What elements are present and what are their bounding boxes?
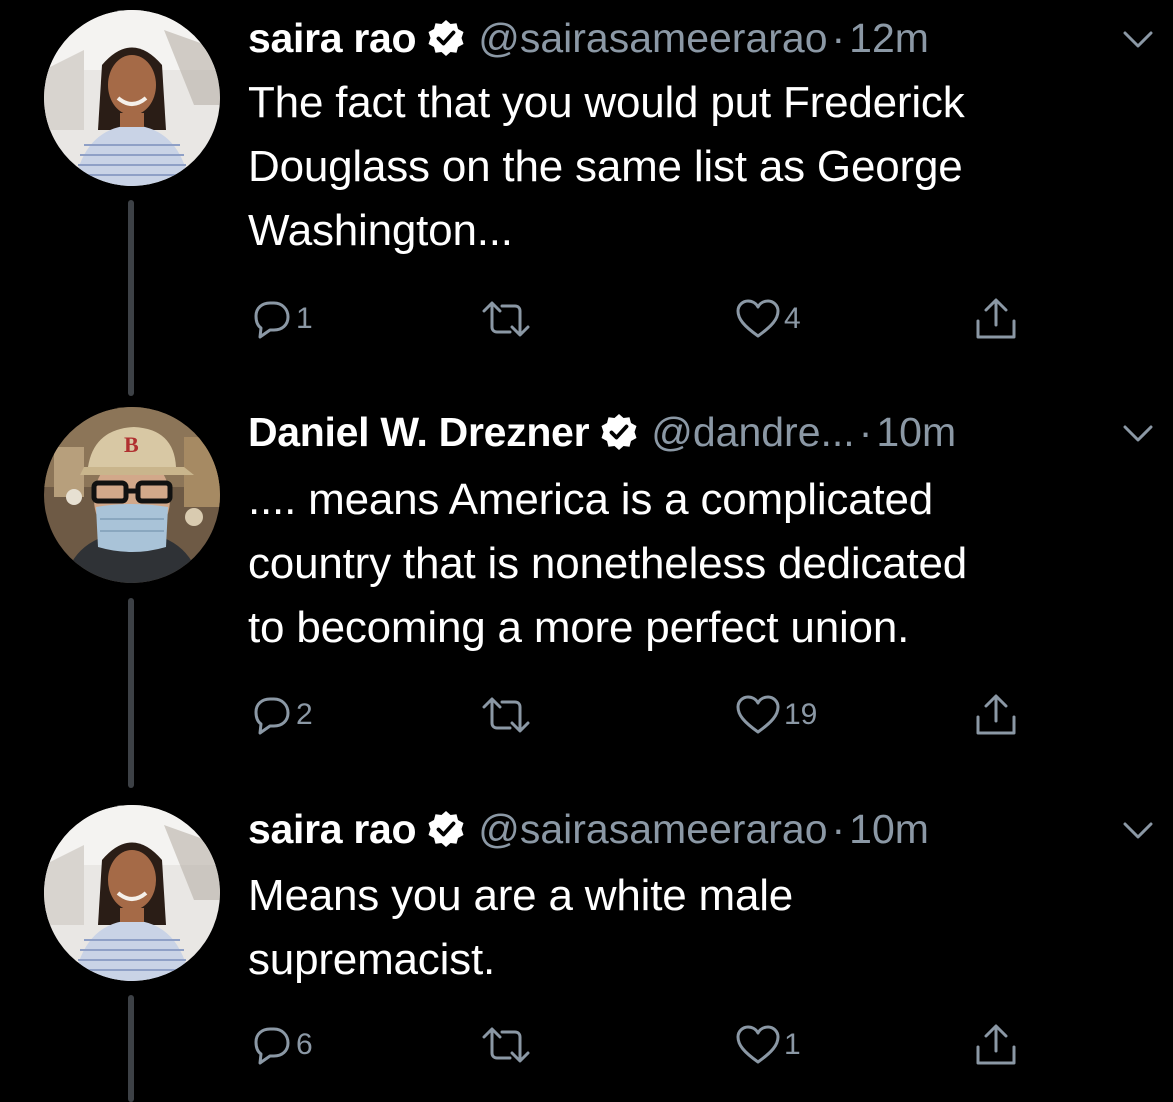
share-button[interactable] (972, 690, 1020, 740)
thread-line (128, 995, 134, 1102)
author-name[interactable]: saira rao (248, 13, 417, 63)
reply-count: 2 (296, 698, 313, 731)
svg-text:B: B (124, 432, 139, 457)
share-icon (976, 1024, 1016, 1065)
retweet-button[interactable] (480, 294, 532, 344)
reply-count: 1 (296, 302, 313, 335)
avatar-daniel-drezner[interactable]: B (44, 407, 220, 583)
avatar-image: B (44, 407, 220, 583)
heart-icon (736, 695, 780, 734)
tweet-actions: 1 4 (248, 294, 1048, 344)
author-handle[interactable]: @dandre... (651, 407, 854, 457)
share-icon (976, 694, 1016, 735)
author-handle[interactable]: @sairasameerarao (478, 804, 827, 854)
like-button[interactable]: 4 (734, 294, 801, 344)
separator-dot: · (831, 15, 846, 61)
reply-icon (254, 1027, 290, 1065)
avatar-image (44, 10, 220, 186)
like-button[interactable]: 1 (734, 1020, 801, 1070)
tweet-header: Daniel W. Drezner @dandre... · 10m (248, 407, 956, 457)
like-count: 1 (784, 1028, 801, 1061)
tweet-text-line: country that is nonetheless dedicated (248, 539, 968, 588)
reply-button[interactable]: 2 (248, 690, 313, 740)
thread-line (128, 598, 134, 788)
tweet-text-line: Douglass on the same list as George (248, 142, 963, 191)
like-button[interactable]: 19 (734, 690, 817, 740)
tweet-text: The fact that you would put Frederick Do… (248, 71, 1148, 263)
share-icon (976, 298, 1016, 339)
timestamp[interactable]: 10m (876, 407, 956, 457)
author-handle[interactable]: @sairasameerarao (478, 13, 827, 63)
author-name[interactable]: saira rao (248, 804, 417, 854)
tweet-text-line: .... means America is a complicated (248, 475, 934, 524)
avatar-saira-rao[interactable] (44, 805, 220, 981)
chevron-down-icon[interactable] (1121, 818, 1155, 842)
timestamp[interactable]: 12m (849, 13, 929, 63)
avatar-saira-rao[interactable] (44, 10, 220, 186)
chevron-down-icon[interactable] (1121, 27, 1155, 51)
tweet-header: saira rao @sairasameerarao · 10m (248, 804, 929, 854)
retweet-button[interactable] (480, 1020, 532, 1070)
reply-button[interactable]: 1 (248, 294, 313, 344)
tweet-text: Means you are a white male supremacist. (248, 864, 1148, 992)
reply-button[interactable]: 6 (248, 1020, 313, 1070)
separator-dot: · (858, 409, 873, 455)
tweet-text-line: Washington... (248, 206, 513, 255)
separator-dot: · (831, 806, 846, 852)
share-button[interactable] (972, 1020, 1020, 1070)
tweet-text-line: to becoming a more perfect union. (248, 603, 910, 652)
verified-badge-icon (426, 18, 466, 58)
chevron-down-icon[interactable] (1121, 421, 1155, 445)
tweet-text: .... means America is a complicated coun… (248, 468, 1148, 660)
tweet-text-line: Means you are a white male (248, 871, 794, 920)
tweet-text-line: The fact that you would put Frederick (248, 78, 965, 127)
tweet-actions: 2 19 (248, 690, 1048, 740)
like-count: 19 (784, 698, 818, 731)
reply-count: 6 (296, 1028, 313, 1061)
reply-icon (254, 301, 290, 339)
share-button[interactable] (972, 294, 1020, 344)
timestamp[interactable]: 10m (849, 804, 929, 854)
verified-badge-icon (599, 412, 639, 452)
retweet-icon (482, 301, 530, 337)
tweet-header: saira rao @sairasameerarao · 12m (248, 13, 929, 63)
retweet-icon (482, 697, 530, 733)
like-count: 4 (784, 302, 801, 335)
tweet-actions: 6 1 (248, 1020, 1048, 1070)
tweet-text-line: supremacist. (248, 935, 496, 984)
avatar-image (44, 805, 220, 981)
retweet-button[interactable] (480, 690, 532, 740)
retweet-icon (482, 1027, 530, 1063)
heart-icon (736, 299, 780, 338)
heart-icon (736, 1025, 780, 1064)
verified-badge-icon (426, 809, 466, 849)
reply-icon (254, 697, 290, 735)
author-name[interactable]: Daniel W. Drezner (248, 407, 590, 457)
thread-line (128, 200, 134, 396)
